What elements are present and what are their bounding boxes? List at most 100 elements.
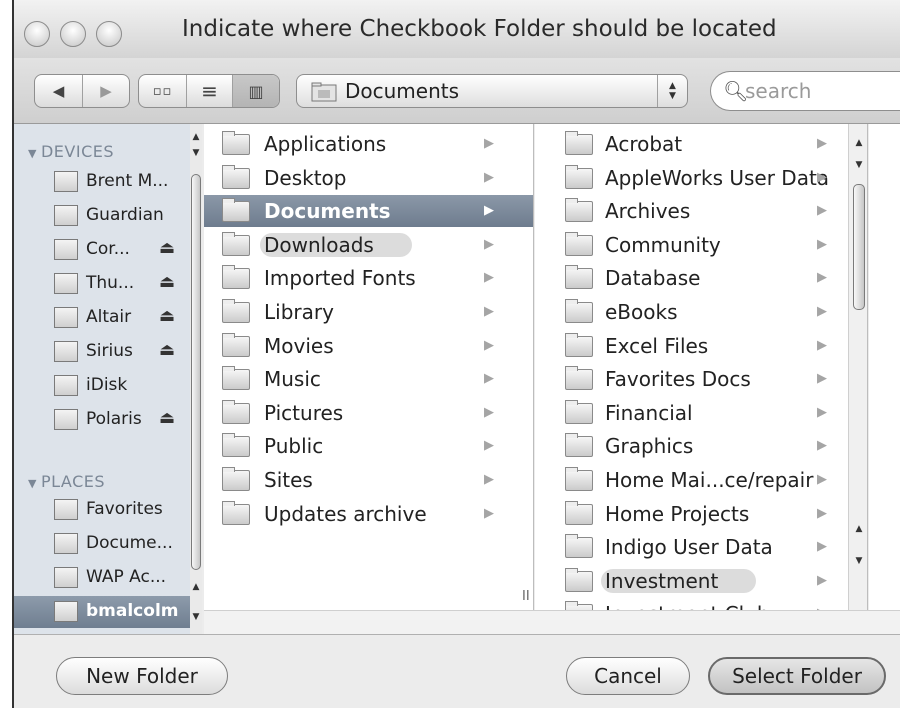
folder-row-desktop[interactable]: Desktop ▶ — [204, 162, 533, 194]
location-popup[interactable]: Documents ▲ ▼ — [296, 74, 688, 108]
disclosure-arrow-icon: ▶ — [817, 136, 827, 151]
folder-row-applications[interactable]: Applications ▶ — [204, 128, 533, 160]
search-input[interactable] — [745, 78, 895, 104]
folder-name: Desktop — [264, 165, 347, 190]
scroll-down-arrow[interactable]: ▼ — [190, 612, 202, 626]
computer-icon — [54, 171, 78, 192]
folder-name: Home Mai...ce/repair — [605, 468, 814, 492]
scroll-thumb[interactable] — [191, 174, 201, 570]
folder-name: Movies — [264, 333, 334, 358]
folder-row-financial[interactable]: Financial ▶ — [535, 397, 867, 429]
folder-icon — [565, 567, 593, 592]
scroll-thumb[interactable] — [853, 184, 865, 310]
folder-row-community[interactable]: Community ▶ — [535, 229, 867, 261]
folder-icon — [565, 332, 593, 357]
column-view-button[interactable]: ▥ — [233, 75, 279, 107]
folder-row-graphics[interactable]: Graphics ▶ — [535, 430, 867, 462]
sidebar-item-thu[interactable]: Thu... ⏏ — [14, 268, 190, 300]
folder-row-indigo-user-data[interactable]: Indigo User Data ▶ — [535, 531, 867, 563]
sidebar-item-altair[interactable]: Altair ⏏ — [14, 302, 190, 334]
close-window-button[interactable] — [24, 21, 50, 47]
folder-row-downloads[interactable]: Downloads ▶ — [204, 229, 533, 261]
icon-view-icon: ▫▫ — [152, 83, 173, 99]
scroll-down-arrow[interactable]: ▼ — [190, 148, 202, 162]
drive-icon — [54, 205, 78, 226]
sidebar-item-favorites[interactable]: Favorites — [14, 494, 190, 526]
column-scrollbar[interactable]: ▲ ▼ ▲ ▼ — [848, 124, 867, 610]
folder-row-acrobat[interactable]: Acrobat ▶ — [535, 128, 867, 160]
places-header[interactable]: ▼ PLACES — [28, 472, 105, 491]
folder-name: AppleWorks User Data — [605, 165, 830, 190]
folder-row-ebooks[interactable]: eBooks ▶ — [535, 296, 867, 328]
column-resize-handle[interactable]: II — [522, 589, 530, 604]
disclosure-arrow-icon: ▶ — [817, 236, 827, 252]
folder-name: Database — [605, 266, 701, 291]
sidebar-item-docume[interactable]: Docume... — [14, 528, 190, 560]
folder-row-library[interactable]: Library ▶ — [204, 296, 533, 328]
folder-icon — [565, 534, 593, 559]
folder-row-imported-fonts[interactable]: Imported Fonts ▶ — [204, 262, 533, 294]
disclosure-triangle-icon: ▼ — [28, 147, 37, 160]
folder-name: Pictures — [264, 400, 344, 425]
folder-row-movies[interactable]: Movies ▶ — [204, 330, 533, 362]
folder-row-database[interactable]: Database ▶ — [535, 262, 867, 294]
folder-row-investment[interactable]: Investment ▶ — [535, 565, 867, 597]
sidebar-item-polaris[interactable]: Polaris ⏏ — [14, 404, 190, 436]
folder-row-updates-archive[interactable]: Updates archive ▶ — [204, 498, 533, 530]
sidebar-item-guardian[interactable]: Guardian — [14, 200, 190, 232]
folder-row-excel-files[interactable]: Excel Files ▶ — [535, 330, 867, 362]
folder-row-public[interactable]: Public ▶ — [204, 430, 533, 462]
folder-icon — [311, 82, 337, 102]
horizontal-scrollbar[interactable]: II — [204, 589, 900, 634]
scroll-down-arrow[interactable]: ▼ — [853, 556, 865, 570]
list-view-button[interactable]: ≡ — [187, 75, 233, 107]
scroll-up-arrow[interactable]: ▲ — [190, 132, 202, 146]
scroll-up-arrow[interactable]: ▲ — [190, 582, 202, 596]
sidebar-item-brent-m[interactable]: Brent M... — [14, 166, 190, 198]
sidebar-item-bmalcolm[interactable]: bmalcolm — [14, 596, 190, 628]
new-folder-button[interactable]: New Folder — [56, 657, 228, 695]
folder-row-documents[interactable]: Documents ▶ — [204, 195, 533, 228]
sidebar-item-label: Guardian — [86, 205, 164, 225]
minimize-window-button[interactable] — [60, 21, 86, 47]
folder-row-home-mai-ce-repair[interactable]: Home Mai...ce/repair ▶ — [535, 464, 867, 496]
scroll-up-arrow[interactable]: ▲ — [853, 524, 865, 538]
sidebar-item-cor[interactable]: Cor... ⏏ — [14, 234, 190, 266]
folder-row-music[interactable]: Music ▶ — [204, 363, 533, 395]
disclosure-arrow-icon: ▶ — [817, 337, 827, 353]
folder-row-pictures[interactable]: Pictures ▶ — [204, 397, 533, 429]
select-folder-button[interactable]: Select Folder — [708, 657, 886, 695]
folder-row-home-projects[interactable]: Home Projects ▶ — [535, 498, 867, 530]
scroll-down-arrow[interactable]: ▼ — [853, 160, 865, 174]
disk-icon — [54, 341, 78, 362]
back-button[interactable]: ◀ — [35, 75, 83, 107]
sidebar-item-sirius[interactable]: Sirius ⏏ — [14, 336, 190, 368]
eject-icon[interactable]: ⏏ — [159, 408, 175, 428]
zoom-window-button[interactable] — [96, 21, 122, 47]
sidebar-scrollbar[interactable]: ▲ ▼ ▲ ▼ — [190, 124, 202, 634]
eject-icon[interactable]: ⏏ — [159, 306, 175, 326]
folder-row-archives[interactable]: Archives ▶ — [535, 195, 867, 227]
folder-name: Updates archive — [264, 501, 427, 526]
cancel-button[interactable]: Cancel — [566, 657, 690, 695]
folder-row-appleworks-user-data[interactable]: AppleWorks User Data ▶ — [535, 162, 867, 194]
eject-icon[interactable]: ⏏ — [159, 238, 175, 258]
eject-icon[interactable]: ⏏ — [159, 340, 175, 360]
scroll-up-arrow[interactable]: ▲ — [853, 138, 865, 152]
folder-name: eBooks — [605, 300, 678, 324]
devices-header[interactable]: ▼ DEVICES — [28, 142, 114, 161]
folder-row-investment-club[interactable]: Investment Club▶ — [535, 598, 867, 610]
view-mode-control: ▫▫ ≡ ▥ — [138, 74, 280, 108]
folder-icon — [222, 164, 250, 189]
sidebar-item-idisk[interactable]: iDisk — [14, 370, 190, 402]
column-empty — [869, 124, 900, 610]
folder-row-sites[interactable]: Sites ▶ — [204, 464, 533, 496]
disclosure-arrow-icon: ▶ — [817, 404, 827, 420]
sidebar-item-wap-ac[interactable]: WAP Ac... — [14, 562, 190, 594]
folder-row-favorites-docs[interactable]: Favorites Docs ▶ — [535, 363, 867, 395]
folder-icon — [565, 366, 593, 391]
eject-icon[interactable]: ⏏ — [159, 272, 175, 292]
sidebar-item-label: Brent M... — [86, 171, 169, 191]
icon-view-button[interactable]: ▫▫ — [139, 75, 187, 107]
forward-button[interactable]: ▶ — [83, 75, 129, 107]
